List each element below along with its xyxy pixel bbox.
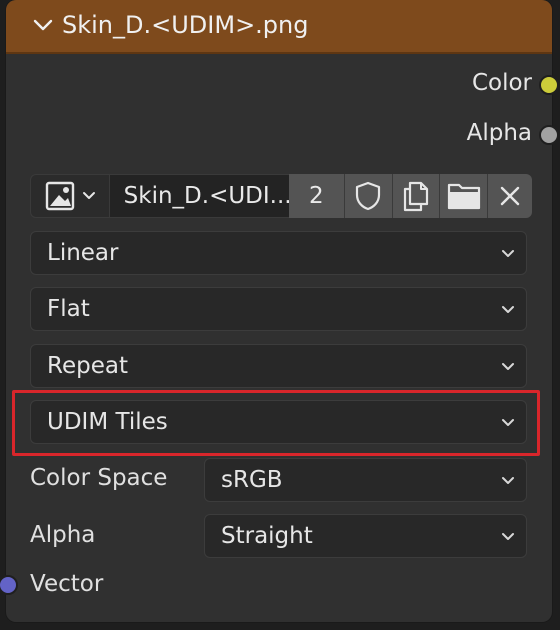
interpolation-dropdown[interactable]: Linear <box>30 231 527 275</box>
projection-value: Flat <box>47 296 90 322</box>
chevron-down-icon[interactable] <box>32 14 54 36</box>
output-color-socket[interactable] <box>539 75 559 95</box>
node-title: Skin_D.<UDIM>.png <box>62 11 309 39</box>
input-vector-socket[interactable] <box>0 575 18 595</box>
alpha-mode-value: Straight <box>221 523 313 549</box>
color-space-value: sRGB <box>221 467 283 493</box>
image-selector: Skin_D.<UDI... 2 <box>30 174 532 218</box>
duplicate-icon <box>403 181 429 212</box>
extension-value: Repeat <box>47 353 128 379</box>
extension-dropdown[interactable]: Repeat <box>30 344 527 388</box>
close-icon <box>500 186 520 206</box>
unlink-image-button[interactable] <box>488 174 532 218</box>
output-alpha-socket[interactable] <box>539 125 559 145</box>
fake-user-button[interactable] <box>344 174 393 218</box>
alpha-mode-label: Alpha <box>30 522 96 548</box>
chevron-down-icon <box>502 477 514 484</box>
duplicate-image-button[interactable] <box>392 174 441 218</box>
chevron-down-icon <box>502 533 514 540</box>
output-alpha-label: Alpha <box>466 120 532 146</box>
alpha-mode-dropdown[interactable]: Straight <box>204 514 527 558</box>
highlight-box <box>12 390 540 456</box>
output-color-label: Color <box>471 70 532 96</box>
users-count[interactable]: 2 <box>288 174 345 218</box>
image-name-field[interactable]: Skin_D.<UDI... <box>109 174 289 218</box>
open-image-button[interactable] <box>440 174 489 218</box>
image-texture-node[interactable]: Skin_D.<UDIM>.png Color Alpha Skin_D.<UD… <box>0 0 559 622</box>
interpolation-value: Linear <box>47 240 119 266</box>
chevron-down-icon <box>502 250 514 257</box>
projection-dropdown[interactable]: Flat <box>30 287 527 331</box>
color-space-dropdown[interactable]: sRGB <box>204 458 527 502</box>
input-vector-label: Vector <box>30 571 104 597</box>
shield-icon <box>356 181 381 211</box>
color-space-label: Color Space <box>30 465 168 491</box>
chevron-down-icon <box>82 192 95 199</box>
image-icon <box>45 181 75 211</box>
chevron-down-icon <box>502 306 514 313</box>
folder-icon <box>447 183 480 210</box>
node-header[interactable]: Skin_D.<UDIM>.png <box>6 0 552 54</box>
chevron-down-icon <box>502 363 514 370</box>
image-browse-button[interactable] <box>30 174 110 218</box>
